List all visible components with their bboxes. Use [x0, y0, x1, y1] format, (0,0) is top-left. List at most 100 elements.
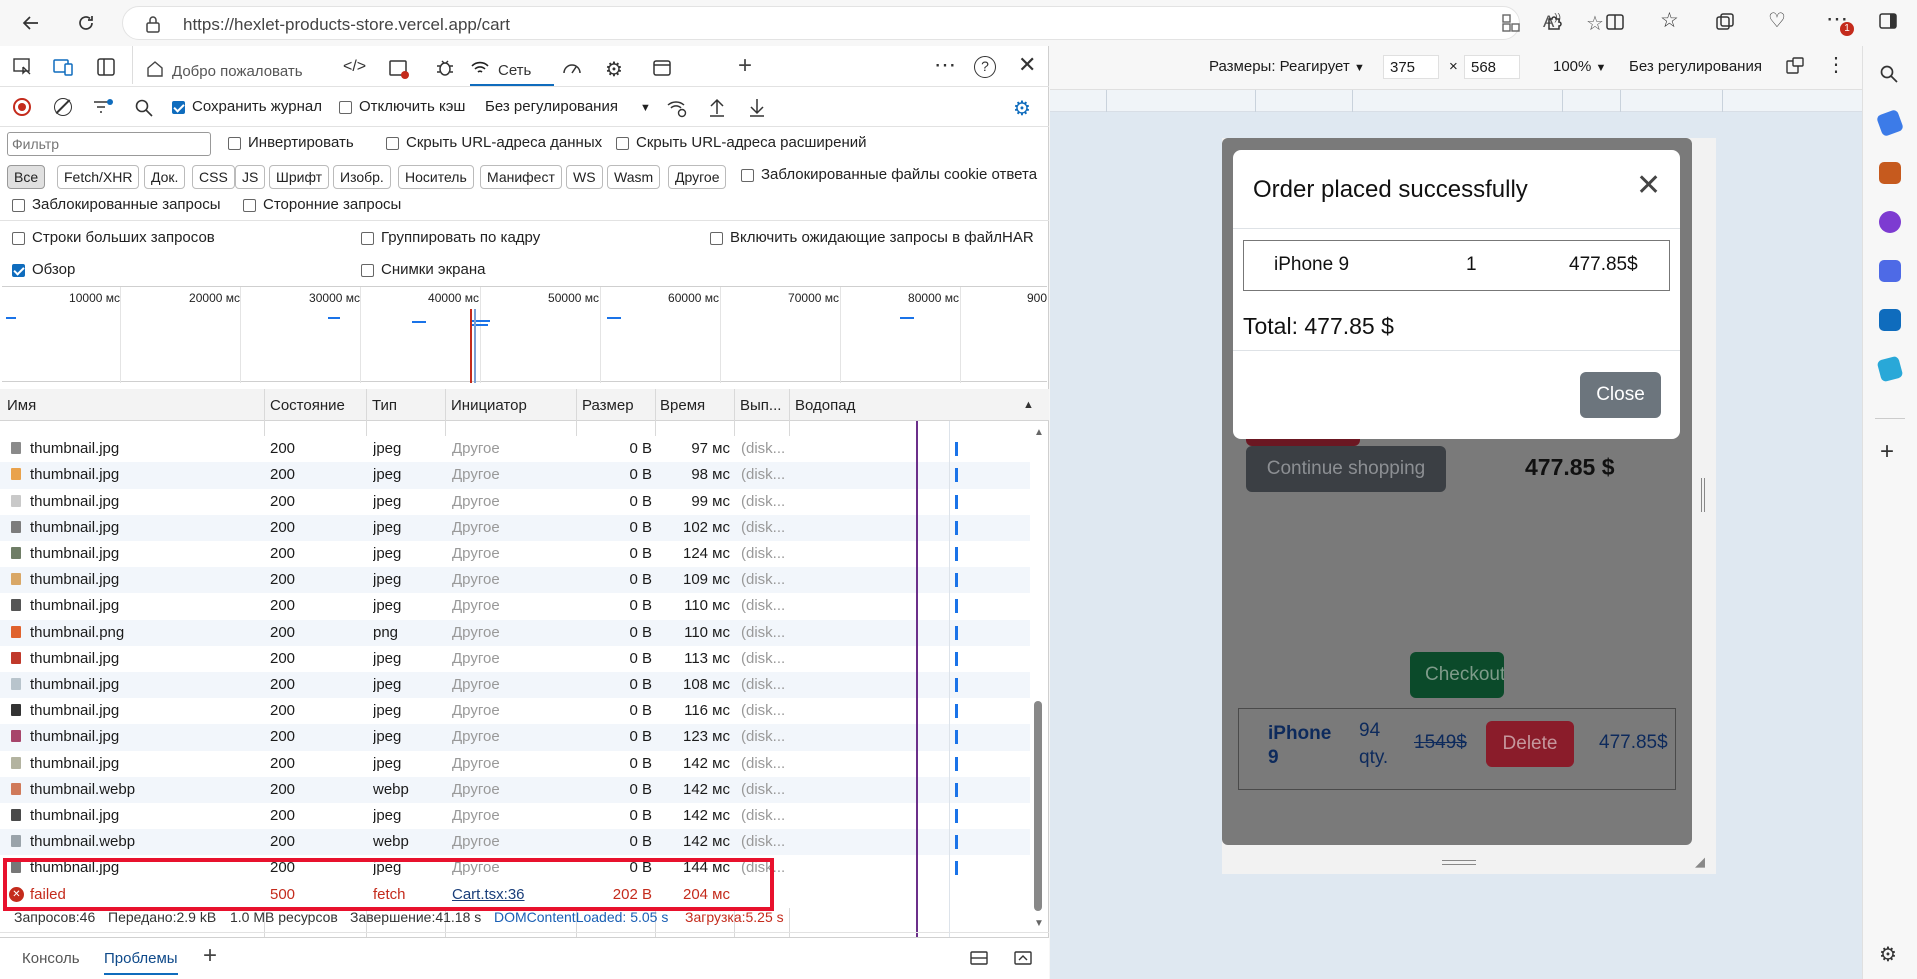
- more-tabs-icon[interactable]: ⋯: [934, 52, 956, 78]
- request-row[interactable]: thumbnail.jpg 200 jpeg Другое 0 B 102 мс (disk…: [0, 514, 1030, 541]
- apps-icon[interactable]: [1501, 13, 1521, 37]
- tools-briefcase-icon[interactable]: [1879, 162, 1901, 184]
- col-fulfilled[interactable]: Вып...: [740, 397, 781, 414]
- dock-drawer-icon[interactable]: [968, 949, 990, 971]
- chip-ws[interactable]: WS: [566, 165, 603, 189]
- chip-font[interactable]: Шрифт: [269, 165, 330, 189]
- drawer-tab-console[interactable]: Консоль: [22, 950, 80, 967]
- request-row[interactable]: thumbnail.jpg 200 jpeg Другое 0 B 116 мс (disk…: [0, 698, 1030, 725]
- request-row[interactable]: thumbnail.jpg 200 jpeg Другое 0 B 99 мс (disk.…: [0, 488, 1030, 515]
- elements-icon[interactable]: </>: [343, 58, 366, 76]
- export-har-icon[interactable]: [748, 96, 766, 122]
- request-row[interactable]: thumbnail.jpg 200 jpeg Другое 0 B 113 мс (disk…: [0, 645, 1030, 672]
- request-row[interactable]: thumbnail.jpg 200 jpeg Другое 0 B 142 мс (disk…: [0, 803, 1030, 830]
- request-row[interactable]: thumbnail.jpg 200 jpeg Другое 0 B 98 мс (disk.…: [0, 462, 1030, 489]
- invert-checkbox[interactable]: Инвертировать: [228, 134, 354, 151]
- network-overview[interactable]: 10000 мс 20000 мс 30000 мс 40000 мс 5000…: [2, 286, 1047, 383]
- sidebar-search-icon[interactable]: [1879, 64, 1899, 88]
- drawer-tab-issues[interactable]: Проблемы: [104, 950, 178, 975]
- shopping-tag-icon[interactable]: [1875, 108, 1905, 138]
- device-emulation-icon[interactable]: [52, 56, 76, 82]
- sidebar-toggle-icon[interactable]: [1878, 11, 1898, 35]
- zoom-select[interactable]: 100% ▼: [1553, 58, 1606, 75]
- third-party-checkbox[interactable]: Сторонние запросы: [243, 196, 401, 213]
- toggle-drawer-icon[interactable]: [1012, 949, 1034, 971]
- application-icon[interactable]: [652, 58, 672, 82]
- favorite-star-icon[interactable]: ☆: [1586, 11, 1604, 36]
- outlook-icon[interactable]: [1879, 309, 1901, 331]
- split-screen-icon[interactable]: [1604, 11, 1626, 37]
- height-input[interactable]: 568: [1464, 55, 1520, 79]
- blocked-cookies-checkbox[interactable]: Заблокированные файлы cookie ответа: [741, 166, 1037, 183]
- request-row[interactable]: thumbnail.jpg 200 jpeg Другое 0 B 123 мс (disk…: [0, 724, 1030, 751]
- chip-all[interactable]: Все: [7, 165, 46, 189]
- scroll-up-icon[interactable]: ▲: [1034, 427, 1044, 438]
- dock-side-icon[interactable]: [95, 56, 117, 82]
- overview-checkbox[interactable]: Обзор: [12, 261, 75, 278]
- add-drawer-tab-icon[interactable]: +: [203, 942, 217, 970]
- chip-img[interactable]: Изобр.: [333, 165, 391, 189]
- screenshots-checkbox[interactable]: Снимки экрана: [361, 261, 485, 278]
- col-size[interactable]: Размер: [582, 397, 634, 414]
- network-settings-icon[interactable]: ⚙: [1013, 96, 1031, 121]
- hide-extension-urls-checkbox[interactable]: Скрыть URL-адреса расширений: [616, 134, 867, 151]
- chip-css[interactable]: CSS: [192, 165, 235, 189]
- back-button[interactable]: [16, 8, 46, 38]
- sort-up-icon[interactable]: ▲: [1023, 399, 1034, 411]
- collections-icon[interactable]: [1714, 11, 1736, 37]
- performance-icon[interactable]: [561, 58, 583, 82]
- search-icon[interactable]: [134, 98, 154, 122]
- scrollbar-thumb[interactable]: [1034, 701, 1042, 911]
- resize-corner-icon[interactable]: ◢: [1695, 854, 1705, 870]
- throttling-select[interactable]: Без регулирования ▼: [485, 98, 651, 115]
- close-devtools-icon[interactable]: ✕: [1018, 52, 1036, 78]
- width-input[interactable]: 375: [1383, 55, 1439, 79]
- request-row[interactable]: thumbnail.png 200 png Другое 0 B 110 мс (disk.…: [0, 619, 1030, 646]
- chip-js[interactable]: JS: [235, 165, 266, 189]
- modal-close-button[interactable]: Close: [1580, 372, 1661, 418]
- refresh-button[interactable]: [71, 8, 101, 38]
- chip-manifest[interactable]: Манифест: [480, 165, 562, 189]
- chip-doc[interactable]: Док.: [144, 165, 186, 189]
- blocked-requests-checkbox[interactable]: Заблокированные запросы: [12, 196, 221, 213]
- help-icon[interactable]: ?: [974, 56, 996, 78]
- delete-button[interactable]: Delete: [1486, 721, 1574, 767]
- request-row[interactable]: thumbnail.jpg 200 jpeg Другое 0 B 109 мс (disk…: [0, 567, 1030, 594]
- sidebar-settings-icon[interactable]: ⚙: [1879, 942, 1897, 967]
- chip-other[interactable]: Другое: [668, 165, 727, 189]
- filter-icon[interactable]: [92, 98, 114, 122]
- tab-network[interactable]: Сеть: [470, 56, 554, 86]
- rotate-icon[interactable]: [1784, 56, 1806, 80]
- filter-input[interactable]: [7, 132, 211, 156]
- resize-handle-bottom[interactable]: [1442, 860, 1476, 865]
- request-row[interactable]: thumbnail.jpg 200 jpeg Другое 0 B 108 мс (disk…: [0, 672, 1030, 699]
- col-waterfall[interactable]: Водопад: [795, 397, 855, 414]
- disable-cache-checkbox[interactable]: Отключить кэш: [339, 98, 465, 115]
- request-row[interactable]: thumbnail.jpg 200 jpeg Другое 0 B 110 мс (disk…: [0, 593, 1030, 620]
- request-row[interactable]: thumbnail.jpg 200 jpeg Другое 0 B 142 мс (disk…: [0, 750, 1030, 777]
- col-type[interactable]: Тип: [372, 397, 397, 414]
- checkout-button[interactable]: Checkout: [1410, 652, 1504, 698]
- send-icon[interactable]: [1876, 355, 1904, 383]
- big-rows-checkbox[interactable]: Строки больших запросов: [12, 229, 215, 246]
- extensions-icon[interactable]: [1544, 11, 1566, 37]
- col-name[interactable]: Имя: [7, 397, 36, 414]
- request-row[interactable]: thumbnail.jpg 200 jpeg Другое 0 B 97 мс (disk.…: [0, 436, 1030, 463]
- inspect-element-icon[interactable]: [12, 56, 34, 82]
- import-har-icon[interactable]: [708, 96, 726, 122]
- chip-media[interactable]: Носитель: [398, 165, 474, 189]
- clear-icon[interactable]: [54, 98, 72, 116]
- hide-data-urls-checkbox[interactable]: Скрыть URL-адреса данных: [386, 134, 602, 151]
- record-button[interactable]: [13, 98, 31, 116]
- col-initiator[interactable]: Инициатор: [451, 397, 527, 414]
- network-conditions-icon[interactable]: [666, 98, 688, 122]
- include-pending-checkbox[interactable]: Включить ожидающие запросы в файлHAR: [710, 229, 1034, 246]
- add-sidebar-app-icon[interactable]: +: [1880, 438, 1894, 466]
- preserve-log-checkbox[interactable]: Сохранить журнал: [172, 98, 322, 115]
- device-more-icon[interactable]: ⋮: [1826, 52, 1846, 77]
- people-icon[interactable]: [1879, 211, 1901, 233]
- add-tab-icon[interactable]: +: [738, 52, 752, 80]
- console-icon[interactable]: [388, 58, 410, 84]
- address-bar[interactable]: https://hexlet-products-store.vercel.app…: [122, 6, 1604, 40]
- request-row[interactable]: thumbnail.webp 200 webp Другое 0 B 142 мс (dis…: [0, 829, 1030, 856]
